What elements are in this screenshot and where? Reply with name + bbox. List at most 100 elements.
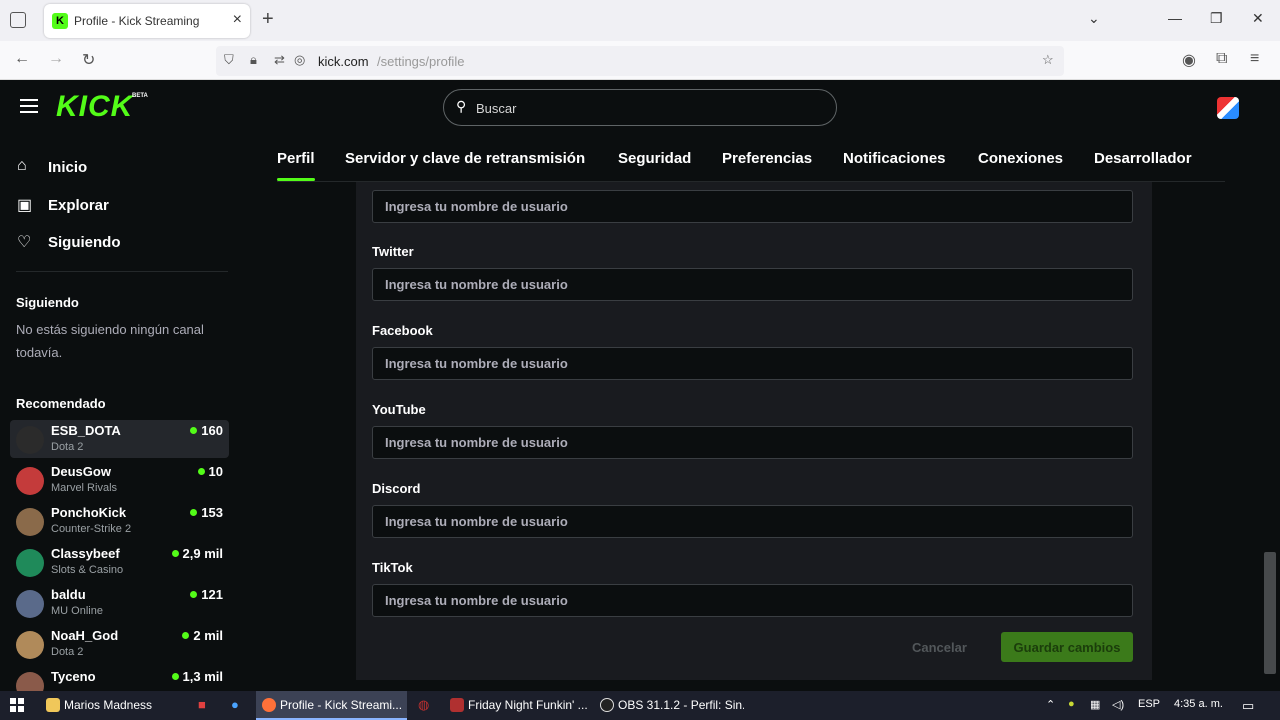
browser-tab-bar: K Profile - Kick Streaming × + ⌄ — ❐ ✕: [0, 0, 1280, 41]
viewer-count: 121: [201, 587, 223, 602]
tray-app-icon[interactable]: ●: [1068, 698, 1075, 710]
forward-icon[interactable]: →: [48, 50, 64, 68]
channel-item[interactable]: baldu MU Online 121: [10, 584, 229, 622]
windows-start-icon[interactable]: [10, 698, 24, 712]
heart-icon: ♡: [17, 234, 32, 251]
volume-icon[interactable]: ◁): [1112, 698, 1124, 711]
facebook-input[interactable]: [372, 347, 1133, 380]
firefox-icon: [262, 697, 276, 712]
channel-name: baldu: [51, 587, 86, 602]
sidebar-item-inicio[interactable]: ⌂ Inicio: [17, 156, 217, 178]
language-indicator[interactable]: ESP: [1138, 698, 1160, 710]
taskbar-item-kick[interactable]: Profile - Kick Streami...: [256, 691, 407, 720]
tiktok-label: TikTok: [372, 560, 413, 575]
save-changes-button[interactable]: Guardar cambios: [1001, 632, 1133, 662]
restore-icon[interactable]: ❐: [1210, 10, 1223, 27]
app-icon-red[interactable]: ■: [198, 697, 206, 712]
discord-input[interactable]: [372, 505, 1133, 538]
channel-item[interactable]: ESB_DOTA Dota 2 160: [10, 420, 229, 458]
clock[interactable]: 4:35 a. m.: [1174, 698, 1223, 710]
tab-preferencias[interactable]: Preferencias: [722, 150, 812, 167]
channel-name: DeusGow: [51, 464, 111, 479]
viewer-count: 153: [201, 505, 223, 520]
windows-taskbar: Marios Madness ■ ● Profile - Kick Stream…: [0, 691, 1280, 720]
page-scrollbar[interactable]: [1264, 552, 1276, 674]
viewer-count: 10: [208, 464, 223, 479]
channel-avatar: [16, 631, 44, 659]
channel-viewers: 160: [190, 423, 223, 438]
channel-item[interactable]: Tyceno 1,3 mil: [10, 666, 229, 691]
app-icon-browser[interactable]: ●: [231, 697, 239, 712]
tiktok-input[interactable]: [372, 584, 1133, 617]
notifications-icon[interactable]: ▭: [1242, 698, 1254, 714]
taskbar-item-label: OBS 31.1.2 - Perfil: Sin...: [618, 698, 744, 712]
account-icon[interactable]: ◉: [1182, 50, 1196, 70]
channel-item[interactable]: DeusGow Marvel Rivals 10: [10, 461, 229, 499]
live-dot-icon: [171, 550, 179, 557]
chevron-down-icon[interactable]: ⌄: [1088, 10, 1100, 27]
bookmark-star-icon[interactable]: ☆: [1042, 52, 1054, 68]
extensions-icon[interactable]: ⧉: [1216, 50, 1227, 68]
user-avatar[interactable]: [1217, 97, 1239, 119]
tab-perfil[interactable]: Perfil: [277, 150, 315, 181]
address-bar[interactable]: ⛉ 🔒︎ ⇄ ◎ kick.com /settings/profile ☆: [216, 46, 1064, 76]
channel-item[interactable]: NoaH_God Dota 2 2 mil: [10, 625, 229, 663]
viewer-count: 2 mil: [193, 628, 223, 643]
minimize-icon[interactable]: —: [1168, 10, 1182, 26]
sidebar-item-siguiendo[interactable]: ♡ Siguiendo: [17, 231, 217, 253]
channel-avatar: [16, 467, 44, 495]
obs-icon: [600, 697, 614, 712]
channel-viewers: 1,3 mil: [171, 669, 223, 684]
lock-icon[interactable]: 🔒︎: [250, 52, 257, 68]
tab-conexiones[interactable]: Conexiones: [978, 150, 1063, 167]
tab-seguridad[interactable]: Seguridad: [618, 150, 691, 167]
tab-overview-icon[interactable]: [10, 12, 26, 28]
reload-icon[interactable]: ↻: [82, 50, 95, 70]
social-username-input[interactable]: [372, 190, 1133, 223]
channel-category: Dota 2: [51, 441, 84, 453]
tray-expand-icon[interactable]: ⌃: [1046, 698, 1055, 711]
channel-name: Tyceno: [51, 669, 96, 684]
channel-viewers: 2 mil: [182, 628, 223, 643]
channel-avatar: [16, 590, 44, 618]
shield-icon[interactable]: ⛉: [224, 52, 234, 68]
taskbar-item-obs[interactable]: OBS 31.1.2 - Perfil: Sin...: [594, 691, 744, 720]
sidebar-item-explorar[interactable]: ▣ Explorar: [17, 194, 217, 216]
channel-item[interactable]: Classybeef Slots & Casino 2,9 mil: [10, 543, 229, 581]
cancel-button[interactable]: Cancelar: [912, 640, 967, 655]
browser-tab-active[interactable]: K Profile - Kick Streaming ×: [44, 4, 250, 38]
tab-notificaciones[interactable]: Notificaciones: [843, 150, 946, 167]
tab-servidor[interactable]: Servidor y clave de retransmisión: [345, 150, 585, 167]
twitter-input[interactable]: [372, 268, 1133, 301]
following-empty-text: No estás siguiendo ningún canal todavía.: [16, 322, 204, 360]
new-tab-icon[interactable]: +: [262, 8, 274, 31]
tab-desarrollador[interactable]: Desarrollador: [1094, 150, 1192, 167]
live-dot-icon: [182, 632, 190, 639]
window-close-icon[interactable]: ✕: [1252, 10, 1264, 27]
channel-category: Dota 2: [51, 646, 84, 658]
permissions-icon[interactable]: ⇄: [274, 52, 285, 68]
app-icon-red-circle[interactable]: ◍: [418, 697, 429, 713]
taskbar-item-marios[interactable]: Marios Madness: [40, 691, 190, 720]
kick-logo[interactable]: KICK: [56, 90, 133, 124]
channel-viewers: 121: [190, 587, 223, 602]
taskbar-item-fnf[interactable]: Friday Night Funkin' ...: [444, 691, 590, 720]
youtube-input[interactable]: [372, 426, 1133, 459]
tray-network-icon[interactable]: ▦: [1090, 698, 1100, 711]
tracking-icon[interactable]: ◎: [294, 52, 305, 68]
hamburger-menu-icon[interactable]: [20, 99, 38, 113]
channel-avatar: [16, 549, 44, 577]
discord-label: Discord: [372, 481, 421, 496]
search-bar[interactable]: ⚲ Buscar: [443, 89, 837, 126]
url-host: kick.com: [318, 54, 369, 69]
close-tab-icon[interactable]: ×: [233, 11, 242, 29]
app-menu-icon[interactable]: ≡: [1250, 50, 1259, 68]
twitter-label: Twitter: [372, 244, 414, 259]
folder-icon: [46, 697, 60, 712]
search-icon: ⚲: [456, 98, 467, 114]
channel-item[interactable]: PonchoKick Counter-Strike 2 153: [10, 502, 229, 540]
back-icon[interactable]: ←: [14, 50, 30, 68]
search-placeholder[interactable]: Buscar: [476, 101, 516, 116]
kick-favicon-icon: K: [52, 13, 68, 29]
url-path: /settings/profile: [377, 54, 465, 69]
